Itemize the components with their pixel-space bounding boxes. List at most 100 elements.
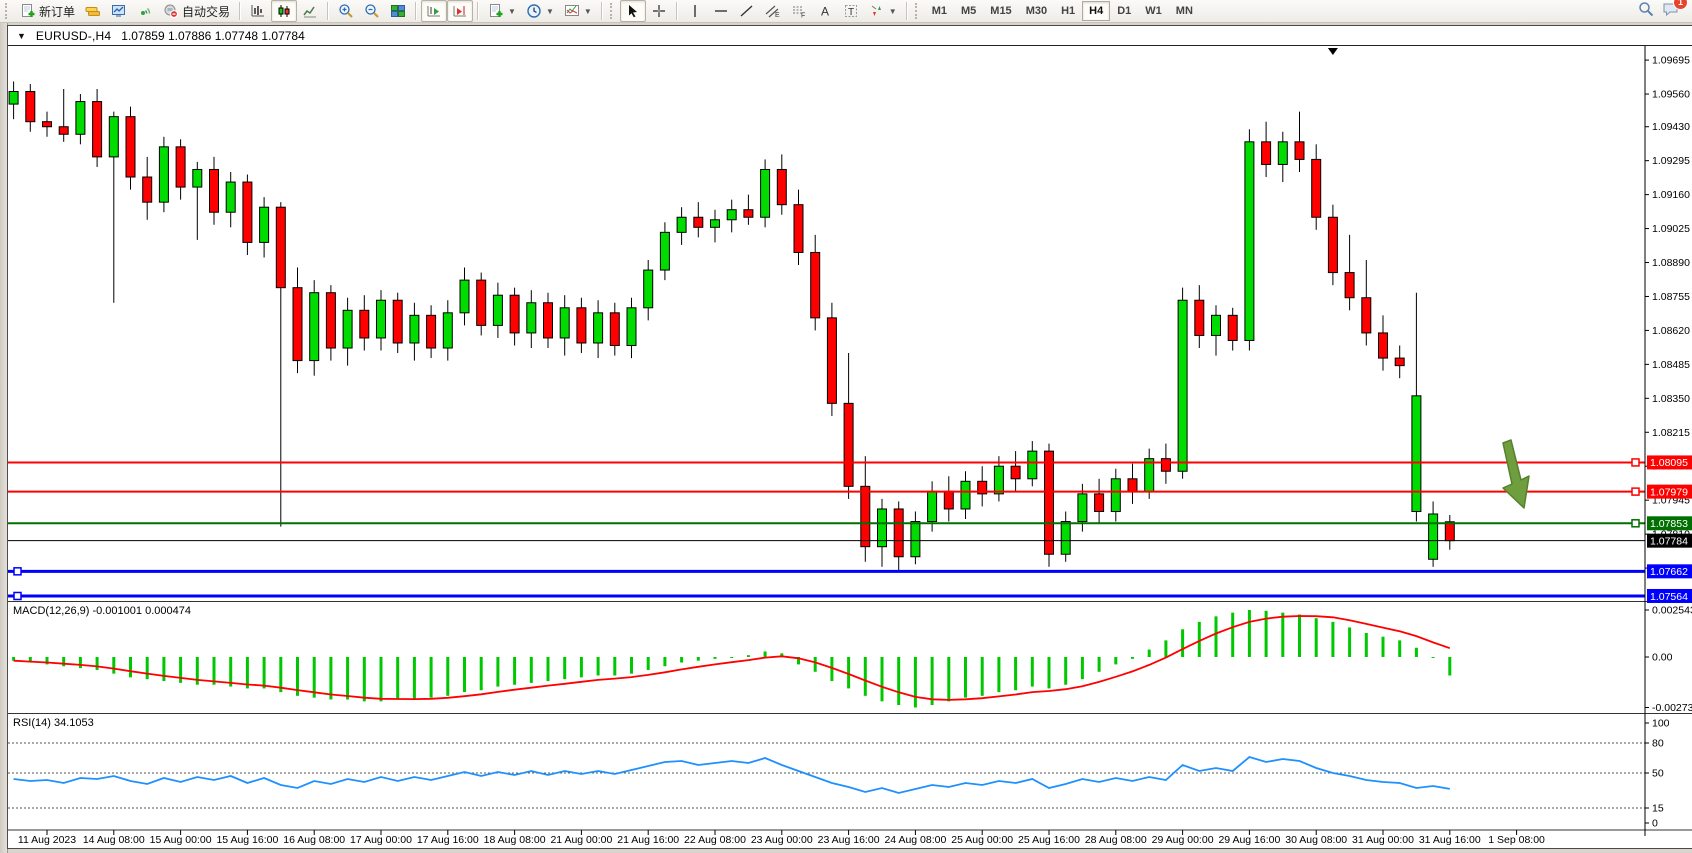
chart-menu-arrow-icon[interactable]: ▼ xyxy=(17,31,26,41)
timeframe-mn-button[interactable]: MN xyxy=(1169,1,1200,21)
chevron-down-icon[interactable]: ▼ xyxy=(584,7,592,16)
candle-down xyxy=(1328,217,1337,272)
charttpl-icon xyxy=(564,3,580,19)
text-label-button[interactable]: T xyxy=(838,0,864,22)
zoom-in-button[interactable] xyxy=(333,0,359,22)
svg-text:1.07564: 1.07564 xyxy=(1650,591,1688,603)
candle-down xyxy=(393,300,402,343)
timeframe-m1-button[interactable]: M1 xyxy=(925,1,954,21)
line-handle xyxy=(14,568,21,575)
toolbar-grip[interactable] xyxy=(915,3,922,19)
chevron-down-icon[interactable]: ▼ xyxy=(546,7,554,16)
price-chart[interactable]: 1.096951.095601.094301.092951.091601.090… xyxy=(8,46,1692,852)
price-axis: 1.096951.095601.094301.092951.091601.090… xyxy=(1645,55,1692,830)
svg-text:0.002543: 0.002543 xyxy=(1652,605,1692,617)
horizontal-price-lines[interactable] xyxy=(8,459,1645,600)
new-order-button[interactable]: 新订单 xyxy=(15,0,80,22)
svg-text:21 Aug 16:00: 21 Aug 16:00 xyxy=(617,834,679,846)
candle-up xyxy=(493,295,502,325)
navigator-button[interactable] xyxy=(106,0,132,22)
toolbar-grip[interactable] xyxy=(5,3,12,19)
candle-down xyxy=(427,315,436,348)
candle-up xyxy=(343,310,352,348)
chart-window: ▼ EURUSD-,H4 1.07859 1.07886 1.07748 1.0… xyxy=(0,23,1692,853)
tline-icon xyxy=(739,3,755,19)
horizontal-line-button[interactable] xyxy=(708,0,734,22)
toolbar-separator xyxy=(415,2,417,20)
bars-icon xyxy=(250,3,266,19)
vertical-line-button[interactable] xyxy=(682,0,708,22)
indicators-button[interactable]: ▼ xyxy=(483,0,521,22)
auto-scroll-button[interactable] xyxy=(421,0,447,22)
toolbar-separator xyxy=(676,2,678,20)
timeframe-h4-button[interactable]: H4 xyxy=(1082,1,1110,21)
market-watch-button[interactable] xyxy=(80,0,106,22)
candle-down xyxy=(811,252,820,317)
candle-up xyxy=(109,117,118,157)
candlestick-mode-button[interactable] xyxy=(271,0,297,22)
toolbar-separator xyxy=(327,2,329,20)
chat-unread-badge: 1 xyxy=(1674,0,1687,9)
templates-button[interactable]: ▼ xyxy=(559,0,597,22)
chart-plot[interactable] xyxy=(8,81,1645,808)
candle-down xyxy=(1262,142,1271,165)
line-handle xyxy=(1632,488,1639,495)
tile-windows-button[interactable] xyxy=(385,0,411,22)
bar-chart-mode-button[interactable] xyxy=(245,0,271,22)
auto-trading-button[interactable]: 自动交易 xyxy=(158,0,235,22)
svg-text:1.07979: 1.07979 xyxy=(1650,486,1688,498)
zoom-out-button[interactable] xyxy=(359,0,385,22)
chevron-down-icon[interactable]: ▼ xyxy=(508,7,516,16)
candle-up xyxy=(727,210,736,220)
candle-down xyxy=(293,288,302,361)
periods-button[interactable]: ▼ xyxy=(521,0,559,22)
timeframe-m30-button[interactable]: M30 xyxy=(1019,1,1054,21)
timeframe-m15-button[interactable]: M15 xyxy=(983,1,1018,21)
signals-button[interactable] xyxy=(132,0,158,22)
equidistant-channel-button[interactable]: E xyxy=(760,0,786,22)
chart-shift-button[interactable] xyxy=(447,0,473,22)
candle-up xyxy=(1178,300,1187,471)
svg-text:1.08215: 1.08215 xyxy=(1652,427,1690,439)
timeframe-w1-button[interactable]: W1 xyxy=(1138,1,1169,21)
text-button[interactable]: A xyxy=(812,0,838,22)
toolbar-separator xyxy=(477,2,479,20)
rsi-indicator xyxy=(8,743,1645,808)
candle-up xyxy=(410,315,419,343)
svg-text:1.09295: 1.09295 xyxy=(1652,155,1690,167)
candle-down xyxy=(544,303,553,338)
candle-down xyxy=(1228,315,1237,340)
candle-down xyxy=(59,127,68,135)
macd-indicator xyxy=(12,610,1451,708)
search-icon[interactable] xyxy=(1638,1,1654,22)
chat-button[interactable]: 1 xyxy=(1662,1,1680,22)
fibonacci-button[interactable]: F xyxy=(786,0,812,22)
svg-text:80: 80 xyxy=(1652,738,1664,750)
svg-text:F: F xyxy=(801,13,805,20)
trendline-button[interactable] xyxy=(734,0,760,22)
candle-up xyxy=(260,207,269,242)
timeframe-d1-button[interactable]: D1 xyxy=(1110,1,1138,21)
cursor-button[interactable] xyxy=(620,0,646,22)
timeframe-h1-button[interactable]: H1 xyxy=(1054,1,1082,21)
crosshair-button[interactable] xyxy=(646,0,672,22)
svg-text:1.09695: 1.09695 xyxy=(1652,55,1690,67)
svg-text:1.09560: 1.09560 xyxy=(1652,89,1690,101)
chevron-down-icon[interactable]: ▼ xyxy=(889,7,897,16)
toolbar-separator xyxy=(239,2,241,20)
price-line-badges: 1.080951.079791.078531.077841.076621.075… xyxy=(1647,455,1692,603)
timeframe-m5-button[interactable]: M5 xyxy=(954,1,983,21)
candle-up xyxy=(1412,396,1421,512)
candle-up xyxy=(1078,494,1087,522)
svg-text:16 Aug 08:00: 16 Aug 08:00 xyxy=(283,834,345,846)
down-arrow-annotation[interactable] xyxy=(1503,440,1529,508)
candle-down xyxy=(1379,333,1388,358)
chart-ohlc-quote: 1.07859 1.07886 1.07748 1.07784 xyxy=(121,29,305,43)
line-chart-mode-button[interactable] xyxy=(297,0,323,22)
gold-icon xyxy=(85,3,101,19)
toolbar-grip[interactable] xyxy=(610,3,617,19)
svg-text:1.09430: 1.09430 xyxy=(1652,121,1690,133)
arrows-button[interactable]: ▼ xyxy=(864,0,902,22)
candle-down xyxy=(827,318,836,404)
svg-text:1.09160: 1.09160 xyxy=(1652,189,1690,201)
